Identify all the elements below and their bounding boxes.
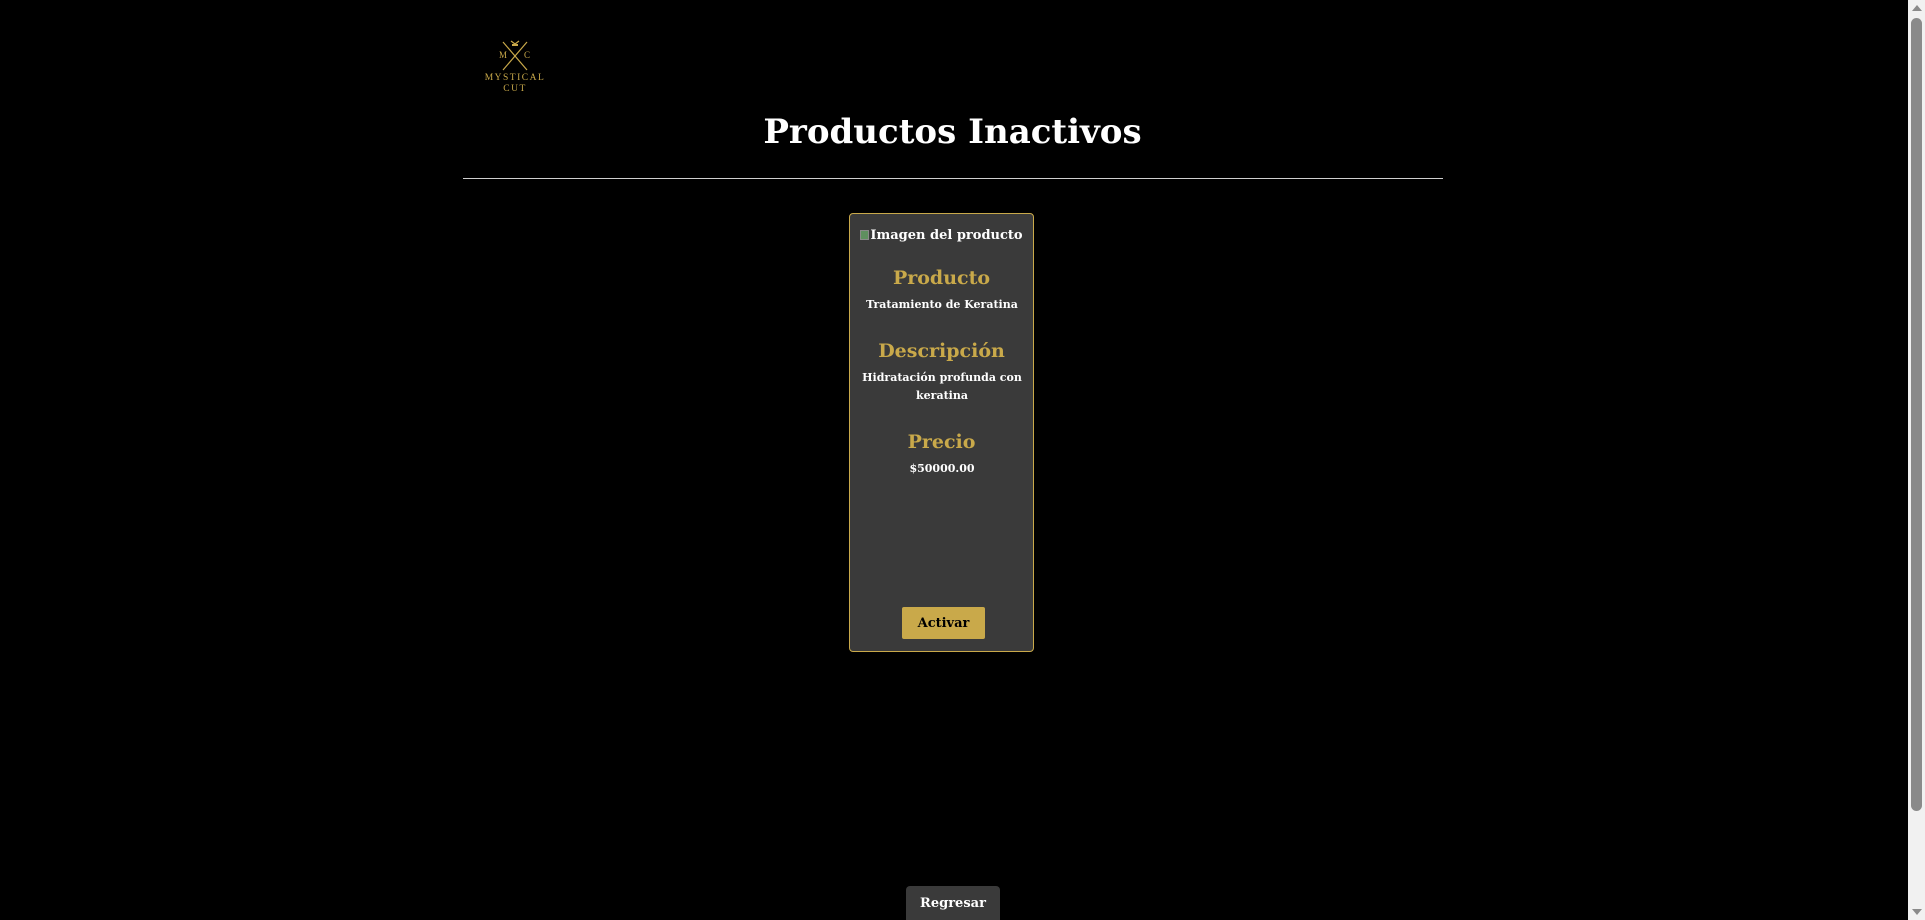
product-image-alt-text: Imagen del producto	[870, 228, 1023, 243]
product-image: Imagen del producto	[850, 228, 1033, 243]
logo-text-line2: CUT	[503, 84, 527, 94]
product-description-value: Hidratación profunda con keratina	[862, 371, 1022, 402]
broken-image-icon	[860, 230, 870, 240]
page-title: Productos Inactivos	[763, 112, 1142, 152]
brand-logo[interactable]: M C MYSTICAL CUT	[482, 38, 548, 96]
product-name-label: Producto	[892, 267, 991, 289]
crossed-razors-logo-icon: M C	[499, 40, 530, 71]
scroll-thumb[interactable]	[1911, 18, 1922, 811]
vertical-scrollbar[interactable]	[1908, 0, 1925, 920]
product-description-label: Descripción	[878, 340, 1005, 362]
scroll-down-arrow-icon[interactable]	[1912, 909, 1922, 915]
scroll-up-arrow-icon[interactable]	[1912, 5, 1922, 11]
back-button[interactable]: Regresar	[906, 886, 1000, 920]
logo-text-line1: MYSTICAL	[484, 73, 546, 83]
activate-button[interactable]: Activar	[902, 607, 985, 639]
product-name-value: Tratamiento de Keratina	[866, 298, 1018, 311]
product-price-label: Precio	[907, 431, 976, 453]
logo-initial-left: M	[499, 50, 507, 60]
page: M C MYSTICAL CUT Productos Inactivos Ima…	[0, 0, 1925, 920]
product-card: Imagen del producto Producto Tratamiento…	[849, 213, 1034, 652]
logo-initial-right: C	[524, 50, 530, 60]
title-divider	[463, 178, 1443, 179]
product-price-value: $50000.00	[909, 462, 975, 475]
